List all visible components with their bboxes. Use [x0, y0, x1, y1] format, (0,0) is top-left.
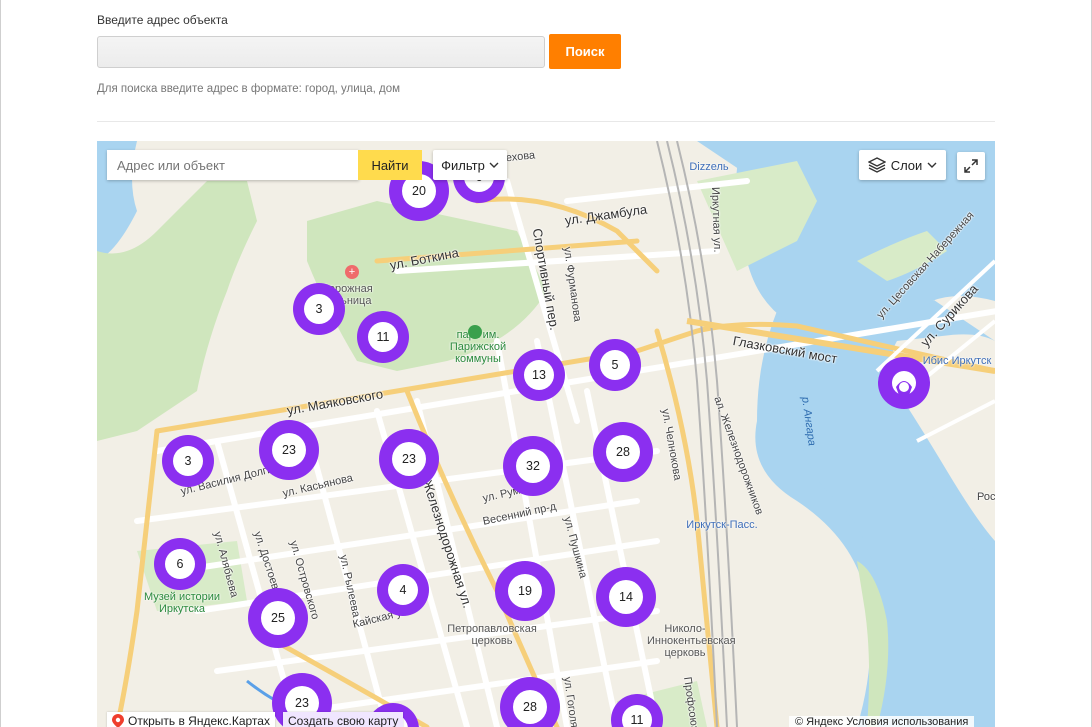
cluster-count: 3: [304, 294, 334, 324]
cluster-count: 28: [606, 435, 640, 469]
expand-icon: [964, 159, 978, 173]
map-base: [97, 141, 995, 727]
pin-icon: [878, 357, 930, 409]
cluster-marker[interactable]: 32: [503, 436, 563, 496]
layers-button[interactable]: Слои: [859, 150, 946, 180]
cluster-count: 5: [600, 350, 630, 380]
map[interactable]: ул. Боткина ул. Джамбула ул. Маяковского…: [97, 141, 995, 727]
dizzel-poi: Dizzель: [689, 161, 729, 173]
cluster-marker[interactable]: 3: [162, 435, 214, 487]
search-button[interactable]: Поиск: [549, 34, 621, 69]
layers-icon: [867, 157, 886, 173]
map-search-input[interactable]: [107, 150, 359, 180]
address-input[interactable]: [97, 36, 545, 68]
map-find-button[interactable]: Найти: [358, 150, 422, 180]
station-poi: Иркутск-Пасс.: [686, 519, 758, 531]
cluster-marker[interactable]: 11: [357, 311, 409, 363]
cluster-count: 23: [392, 442, 426, 476]
cluster-marker[interactable]: 13: [513, 349, 565, 401]
cluster-count: 32: [516, 449, 550, 483]
open-in-yandex-link[interactable]: Открыть в Яндекс.Картах: [107, 712, 275, 727]
cluster-count: 4: [388, 575, 418, 605]
cluster-count: 6: [165, 549, 195, 579]
cluster-count: 23: [272, 433, 306, 467]
street-label: Рос: [977, 491, 995, 503]
cluster-marker[interactable]: 25: [248, 588, 308, 648]
chevron-down-icon: [489, 162, 499, 168]
church-poi: Николо-Иннокентьевская церковь: [647, 623, 736, 659]
placemark-pin[interactable]: [877, 357, 931, 417]
map-pin-icon: [112, 714, 124, 727]
chevron-down-icon: [927, 162, 937, 168]
cluster-marker[interactable]: 6: [154, 538, 206, 590]
create-map-label: Создать свою карту: [288, 714, 399, 727]
fullscreen-button[interactable]: [957, 152, 985, 180]
form-label: Введите адрес объекта: [97, 13, 228, 27]
cluster-count: 14: [609, 580, 643, 614]
museum-poi: Музей истории Иркутска: [143, 591, 221, 615]
cluster-marker[interactable]: 23: [259, 420, 319, 480]
cluster-count: 28: [513, 690, 547, 724]
hospital-icon: +: [345, 265, 359, 279]
cluster-count: 13: [524, 360, 554, 390]
layers-label: Слои: [890, 157, 923, 173]
open-in-yandex-label: Открыть в Яндекс.Картах: [128, 714, 270, 727]
cluster-marker[interactable]: 23: [379, 429, 439, 489]
filter-label: Фильтр: [441, 157, 485, 173]
copyright[interactable]: © Яндекс Условия использования: [789, 716, 975, 727]
cluster-count: 11: [368, 322, 398, 352]
search-hint: Для поиска введите адрес в формате: горо…: [97, 83, 401, 95]
cluster-count: 3: [173, 446, 203, 476]
divider: [97, 121, 995, 122]
cluster-count: 11: [622, 705, 652, 727]
cluster-marker[interactable]: 28: [593, 422, 653, 482]
cluster-marker[interactable]: 5: [589, 339, 641, 391]
cluster-marker[interactable]: 14: [596, 567, 656, 627]
cluster-marker[interactable]: 19: [495, 561, 555, 621]
cluster-count: 19: [508, 574, 542, 608]
filter-button[interactable]: Фильтр: [433, 150, 507, 180]
park-icon: [468, 325, 482, 339]
street-label: Иркутная ул.: [709, 186, 724, 253]
cluster-marker[interactable]: 4: [377, 564, 429, 616]
create-map-link[interactable]: Создать свою карту: [283, 712, 404, 727]
cluster-marker[interactable]: 3: [293, 283, 345, 335]
church-poi: Петропавловская церковь: [447, 623, 537, 647]
cluster-count: 25: [261, 601, 295, 635]
